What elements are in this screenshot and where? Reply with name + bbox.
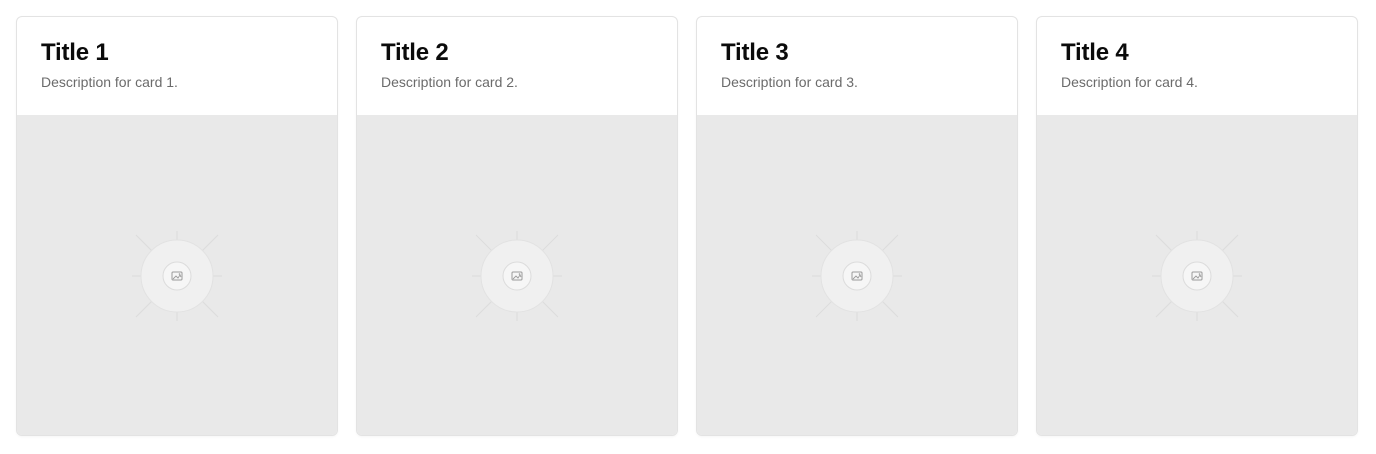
image-placeholder-icon [1152,231,1242,321]
image-placeholder-icon [132,231,222,321]
card-1[interactable]: Title 1 Description for card 1. [16,16,338,436]
card-header: Title 2 Description for card 2. [357,17,677,115]
card-description: Description for card 2. [381,74,518,90]
card-description: Description for card 4. [1061,74,1198,90]
card-title: Title 3 [721,39,789,66]
card-header: Title 3 Description for card 3. [697,17,1017,115]
card-4[interactable]: Title 4 Description for card 4. [1036,16,1358,436]
card-grid: Title 1 Description for card 1. Title 2 [0,0,1376,454]
card-image-placeholder [17,115,337,435]
card-description: Description for card 1. [41,74,178,90]
card-header: Title 4 Description for card 4. [1037,17,1357,115]
card-image-placeholder [697,115,1017,435]
image-placeholder-icon [472,231,562,321]
card-title: Title 2 [381,39,449,66]
card-header: Title 1 Description for card 1. [17,17,337,115]
image-placeholder-icon [812,231,902,321]
card-title: Title 4 [1061,39,1129,66]
card-2[interactable]: Title 2 Description for card 2. [356,16,678,436]
card-title: Title 1 [41,39,109,66]
card-3[interactable]: Title 3 Description for card 3. [696,16,1018,436]
card-image-placeholder [357,115,677,435]
card-image-placeholder [1037,115,1357,435]
card-description: Description for card 3. [721,74,858,90]
